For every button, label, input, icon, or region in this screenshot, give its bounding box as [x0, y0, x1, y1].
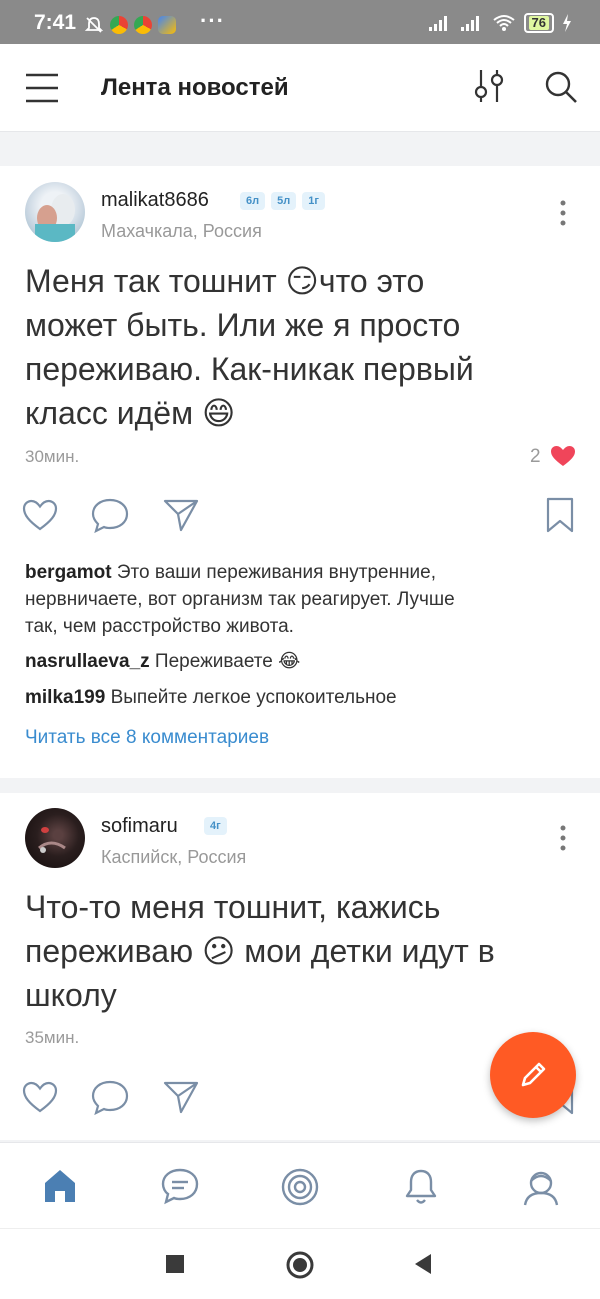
post-text-line: может быть. Или же я просто — [25, 307, 461, 343]
post-text: Меня так тошнит 😏что это может быть. Или… — [25, 259, 575, 435]
square-recent-icon[interactable] — [165, 1254, 185, 1274]
post-time: 35мин. — [25, 1028, 80, 1047]
comment-text: Это ваши переживания внутренние, — [116, 562, 437, 583]
avatar-image — [35, 194, 75, 242]
mute-bell-icon — [84, 17, 104, 33]
post-text-line: Меня так тошнит 😏что это — [25, 263, 425, 299]
post-location: Каспийск, Россия — [101, 847, 247, 867]
badge: 6л — [240, 192, 266, 210]
post-text-line: переживаю. Как-никак первый — [25, 351, 474, 387]
chrome-icon — [134, 16, 152, 34]
avatar[interactable] — [25, 808, 85, 868]
user-badges: 6л 5л 1г — [240, 192, 325, 210]
comment: milka199 Выпейте легкое успокоительное — [25, 684, 580, 711]
avatar-image — [38, 827, 66, 853]
status-time: 7:41 — [34, 11, 77, 34]
comment-text: Переживаете 😂 — [154, 651, 301, 672]
profile-icon[interactable] — [521, 1167, 561, 1207]
comment: nasrullaeva_z Переживаете 😂 — [25, 648, 580, 675]
like-heart-icon[interactable] — [22, 499, 58, 531]
post-text-line: класс идём 😄 — [25, 395, 236, 431]
notification-icons — [84, 15, 176, 35]
post-username[interactable]: malikat8686 — [101, 189, 209, 212]
share-send-icon[interactable] — [162, 497, 200, 533]
messages-icon[interactable] — [160, 1167, 200, 1205]
home-icon[interactable] — [41, 1167, 79, 1205]
comment-bubble-icon[interactable] — [91, 1079, 129, 1115]
charging-icon — [563, 14, 571, 32]
search-icon[interactable] — [544, 70, 578, 104]
post-text-line: Что-то меня тошнит, кажись — [25, 889, 441, 925]
system-navigation-bar — [0, 1228, 600, 1299]
post-text: Что-то меня тошнит, кажись переживаю 😕 м… — [25, 885, 575, 1017]
hamburger-menu-icon[interactable] — [26, 72, 58, 104]
target-icon[interactable] — [280, 1167, 320, 1207]
app-header: Лента новостей — [0, 44, 600, 132]
post-card: malikat8686 6л 5л 1г Махачкала, Россия М… — [0, 166, 600, 778]
chrome-icon — [110, 16, 128, 34]
bottom-navigation — [0, 1142, 600, 1228]
comment-author[interactable]: nasrullaeva_z — [25, 651, 150, 672]
post-time: 30мин. — [25, 447, 80, 466]
comment-bubble-icon[interactable] — [91, 497, 129, 533]
bell-icon[interactable] — [403, 1167, 439, 1207]
heart-filled-icon[interactable] — [550, 445, 576, 467]
comment-text: так, чем расстройство живота. — [25, 616, 294, 637]
comment-text: нервничаете, вот организм так реагирует.… — [25, 589, 455, 610]
share-send-icon[interactable] — [162, 1079, 200, 1115]
status-right-icons: 76 — [428, 13, 572, 33]
user-badges: 4г — [204, 817, 227, 835]
signal-icon — [460, 16, 479, 31]
app-notification-icon — [158, 16, 176, 34]
more-notifications-icon: ··· — [200, 8, 225, 33]
comment: bergamot Это ваши переживания внутренние… — [25, 559, 580, 640]
post-location: Махачкала, Россия — [101, 221, 262, 241]
pencil-icon — [521, 1062, 546, 1087]
battery-level: 76 — [528, 16, 549, 30]
wifi-icon — [492, 15, 515, 31]
avatar[interactable] — [25, 182, 85, 242]
signal-icon — [428, 16, 447, 31]
create-post-button[interactable] — [490, 1032, 576, 1118]
circle-home-icon[interactable] — [285, 1250, 315, 1280]
filter-sliders-icon[interactable] — [473, 68, 507, 104]
post-text-line: школу — [25, 977, 117, 1013]
triangle-back-icon[interactable] — [413, 1253, 433, 1275]
app-screen: { "status_bar": { "time": "7:41", "more"… — [0, 0, 600, 1299]
status-bar: 7:41 ··· 76 — [0, 0, 600, 44]
likes-count: 2 — [530, 446, 541, 467]
post-text-line: переживаю 😕 мои детки идут в — [25, 933, 495, 969]
post-username[interactable]: sofimaru — [101, 815, 178, 838]
bookmark-icon[interactable] — [545, 497, 575, 533]
comment-author[interactable]: milka199 — [25, 687, 105, 708]
more-options-icon[interactable] — [553, 823, 573, 853]
badge: 4г — [204, 817, 227, 835]
more-options-icon[interactable] — [553, 198, 573, 228]
badge: 5л — [271, 192, 297, 210]
battery-icon: 76 — [523, 13, 554, 33]
comment-author[interactable]: bergamot — [25, 562, 112, 583]
like-heart-icon[interactable] — [22, 1081, 58, 1113]
badge: 1г — [302, 192, 325, 210]
comment-text: Выпейте легкое успокоительное — [110, 687, 397, 708]
read-all-comments-link[interactable]: Читать все 8 комментариев — [25, 727, 269, 749]
page-title: Лента новостей — [101, 74, 289, 101]
